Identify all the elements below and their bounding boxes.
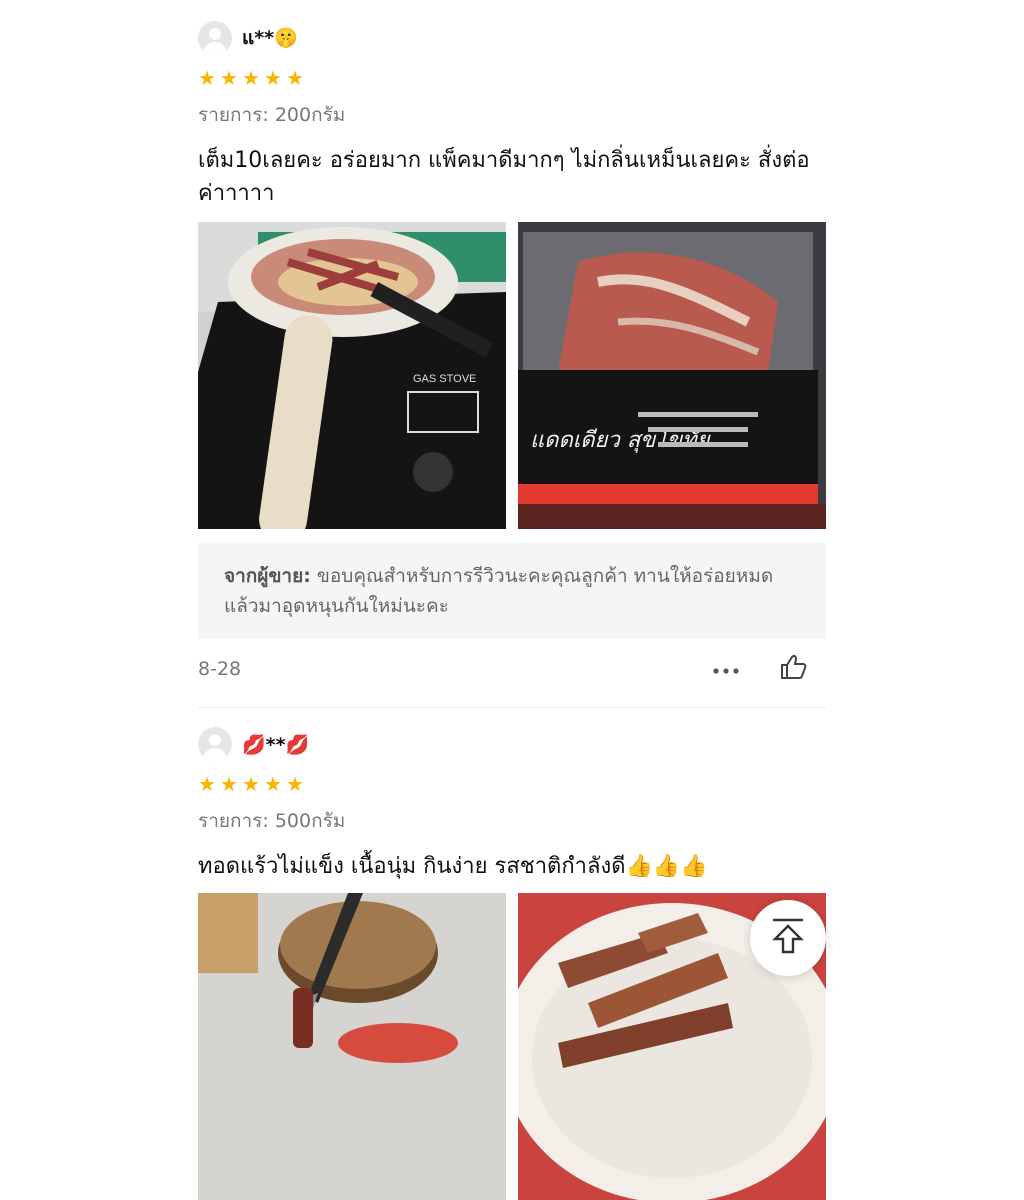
arrow-up-to-top-icon [771,917,805,959]
back-to-top-button[interactable] [750,900,826,976]
star-icon: ★ [286,66,304,90]
review-date: 8-28 [198,658,242,680]
review-photo-package[interactable]: แดดเดียว สุขโขทัย [518,222,826,529]
review-divider [198,707,826,708]
review-user: แ**🤫 [198,20,826,56]
review-footer: 8-28 [198,654,826,681]
review-item: 💋**💋 ★ ★ ★ ★ ★ รายการ: 500กรัม ทอดแร้วไม… [198,726,826,1200]
more-icon[interactable] [712,660,740,679]
star-icon: ★ [198,66,216,90]
thumbs-up-icon[interactable] [780,653,808,685]
user-avatar [198,21,232,55]
rating-stars: ★ ★ ★ ★ ★ [198,772,826,796]
star-icon: ★ [286,772,304,796]
star-icon: ★ [242,772,260,796]
star-icon: ★ [264,772,282,796]
review-actions [712,653,808,685]
review-text: ทอดแร้วไม่แข็ง เนื้อนุ่ม กินง่าย รสชาติก… [198,854,708,879]
rating-stars: ★ ★ ★ ★ ★ [198,66,826,90]
review-user: 💋**💋 [198,726,826,762]
variant-label: รายการ: 500กรัม [198,810,346,832]
seller-reply: จากผู้ขาย: ขอบคุณสำหรับการรีวิวนะคะคุณลู… [198,543,826,639]
review-photo-cutting[interactable] [198,893,506,1200]
seller-reply-label: จากผู้ขาย: [224,565,311,587]
star-icon: ★ [198,772,216,796]
review-text: เต็ม10เลยคะ อร่อยมาก แพ็คมาดีมากๆ ไม่กลิ… [198,148,810,206]
svg-text:GAS STOVE: GAS STOVE [413,373,476,385]
username: แ**🤫 [242,27,298,49]
variant-label: รายการ: 200กรัม [198,104,346,126]
star-icon: ★ [264,66,282,90]
star-icon: ★ [220,66,238,90]
username: 💋**💋 [242,733,310,756]
review-images: GAS STOVE แดดเดียว สุขโขทัย [198,222,826,529]
review-item: แ**🤫 ★ ★ ★ ★ ★ รายการ: 200กรัม เต็ม10เลย… [198,20,826,708]
star-icon: ★ [242,66,260,90]
user-avatar [198,727,232,761]
review-photo-pan[interactable]: GAS STOVE [198,222,506,529]
review-images [198,893,826,1200]
star-icon: ★ [220,772,238,796]
